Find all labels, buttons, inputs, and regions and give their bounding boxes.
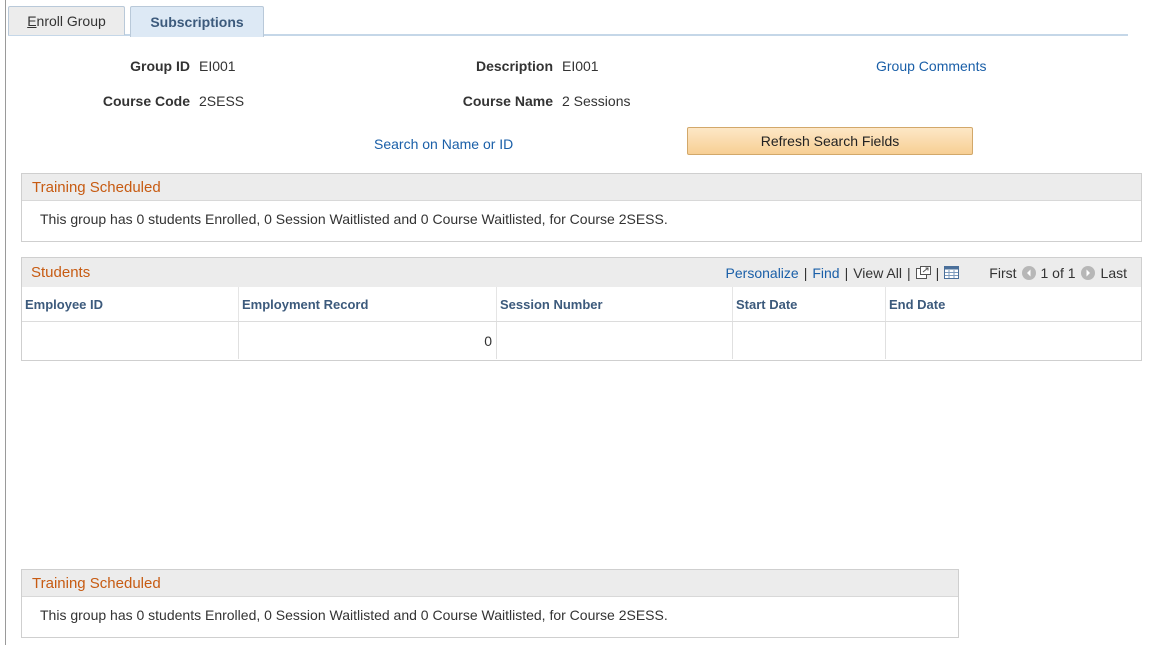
training-scheduled-top-title: Training Scheduled [22,174,1141,201]
nav-separator: | [803,264,808,281]
search-name-id-link[interactable]: Search on Name or ID [374,136,513,152]
nav-separator: | [907,264,911,281]
course-code-label: Course Code [102,93,190,109]
cell-start-date [733,322,886,359]
tab-enroll-group[interactable]: Enroll Group [8,6,125,35]
nav-separator: | [935,264,940,281]
new-window-icon[interactable] [915,266,931,279]
refresh-search-fields-button[interactable]: Refresh Search Fields [687,127,973,155]
group-id-value: EI001 [199,58,236,74]
column-header-session-number[interactable]: Session Number [497,287,733,321]
grid-navigation: Personalize | Find | View All | | First … [726,258,1127,287]
group-comments-link[interactable]: Group Comments [876,58,986,74]
personalize-link[interactable]: Personalize [726,265,799,281]
group-id-label: Group ID [130,58,190,74]
nav-separator: | [844,264,849,281]
cell-employee-id [22,322,239,359]
page-left-border [5,0,6,645]
find-link[interactable]: Find [812,265,839,281]
tab-subscriptions[interactable]: Subscriptions [130,6,264,37]
first-link[interactable]: First [989,265,1016,281]
view-all-link[interactable]: View All [853,265,902,281]
description-value: EI001 [562,58,599,74]
column-header-employment-record[interactable]: Employment Record [239,287,497,321]
column-header-start-date[interactable]: Start Date [733,287,886,321]
course-name-value: 2 Sessions [562,93,631,109]
students-grid: Students Personalize | Find | View All |… [21,257,1142,361]
course-name-label: Course Name [462,93,553,109]
download-spreadsheet-icon[interactable] [944,266,960,279]
table-row: 0 [22,322,1141,359]
previous-row-icon[interactable] [1021,265,1036,280]
description-label: Description [475,58,553,74]
students-grid-column-headers: Employee ID Employment Record Session Nu… [22,287,1141,322]
column-header-employee-id[interactable]: Employee ID [22,287,239,321]
cell-end-date [886,322,1141,359]
last-link[interactable]: Last [1101,265,1127,281]
column-header-end-date[interactable]: End Date [886,287,1141,321]
training-scheduled-bottom: Training Scheduled This group has 0 stud… [21,569,959,638]
cell-employment-record: 0 [239,322,497,359]
cell-session-number [497,322,733,359]
training-scheduled-bottom-message: This group has 0 students Enrolled, 0 Se… [40,607,668,623]
students-grid-title: Students [31,264,91,281]
tab-bar: Enroll Group Subscriptions [8,6,1128,37]
tab-enroll-group-accel: E [27,13,37,29]
training-scheduled-bottom-title: Training Scheduled [22,570,958,597]
tab-enroll-group-label: nroll Group [36,13,106,29]
training-scheduled-top-message: This group has 0 students Enrolled, 0 Se… [40,211,668,227]
row-range-text: 1 of 1 [1040,264,1076,281]
tab-subscriptions-label: Subscriptions [150,14,244,30]
course-code-value: 2SESS [199,93,245,109]
students-grid-header: Students Personalize | Find | View All |… [22,258,1141,287]
next-row-icon[interactable] [1080,265,1095,280]
training-scheduled-top: Training Scheduled This group has 0 stud… [21,173,1142,242]
